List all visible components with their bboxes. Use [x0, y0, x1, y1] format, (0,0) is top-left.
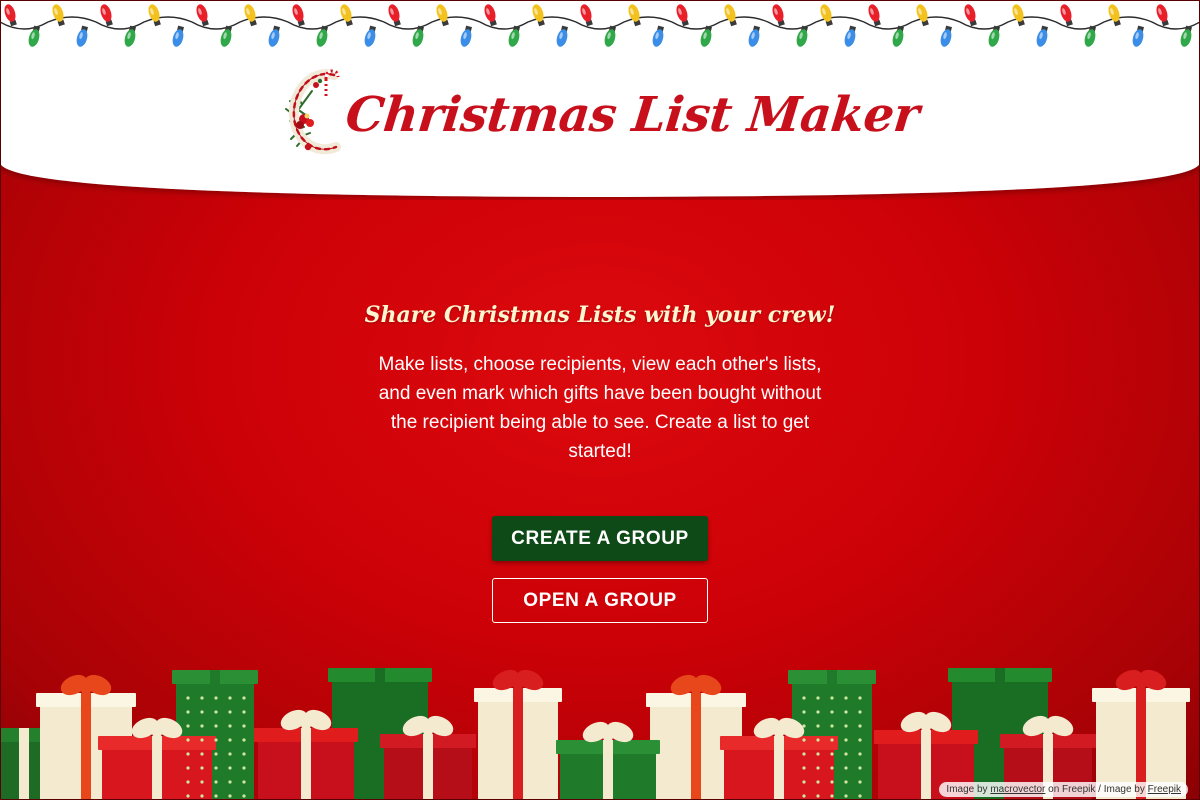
intro-description: Make lists, choose recipients, view each… — [378, 354, 822, 462]
main-content: Share Christmas Lists with your crew! Ma… — [0, 300, 1200, 623]
holly-monogram-c-icon — [284, 69, 341, 155]
string-lights-icon — [0, 4, 1200, 47]
freepik-link[interactable]: Freepik — [1148, 784, 1181, 795]
create-group-button[interactable]: CREATE A GROUP — [492, 516, 708, 561]
tagline: Share Christmas Lists with your crew! — [364, 302, 836, 328]
gift-boxes-illustration — [0, 668, 1190, 800]
header-banner: Christmas List Maker — [0, 0, 1200, 200]
credit-middle: on Freepik / Image by — [1048, 784, 1145, 795]
app-title: Christmas List Maker — [342, 87, 922, 143]
credit-prefix: Image by — [946, 784, 988, 795]
open-group-button[interactable]: OPEN A GROUP — [492, 578, 708, 623]
image-credit: Image by macrovector on Freepik / Image … — [939, 782, 1188, 797]
title-area: Christmas List Maker — [0, 60, 1200, 170]
macrovector-link[interactable]: macrovector — [990, 784, 1045, 795]
